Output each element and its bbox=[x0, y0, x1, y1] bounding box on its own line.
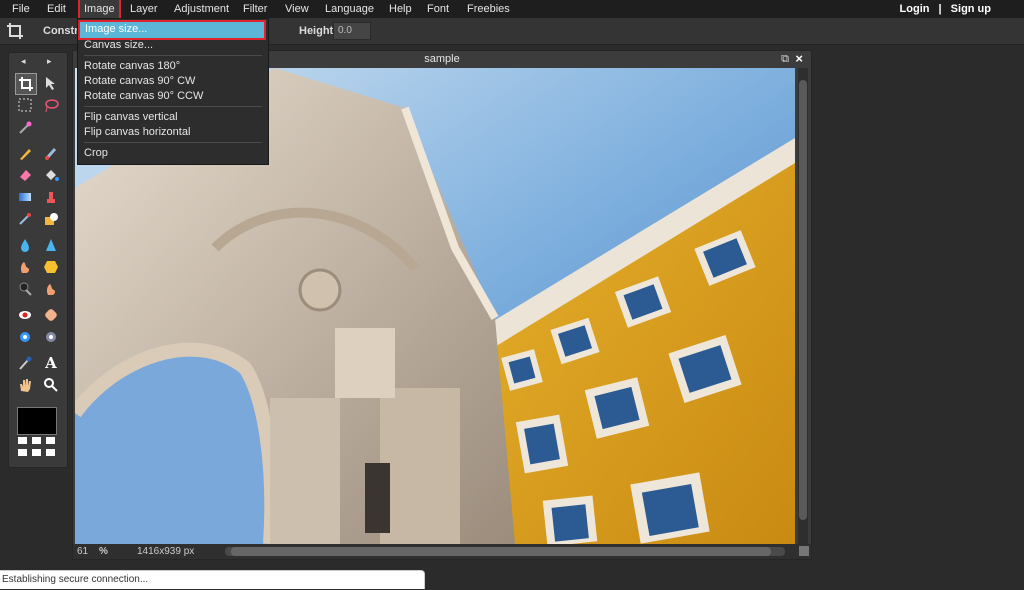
spot-heal-icon[interactable] bbox=[41, 305, 61, 325]
menu-language[interactable]: Language bbox=[325, 0, 374, 18]
gradient-icon[interactable] bbox=[15, 187, 35, 207]
clone-stamp-icon[interactable] bbox=[41, 187, 61, 207]
horizontal-scroll-thumb[interactable] bbox=[231, 547, 771, 556]
menu-separator bbox=[84, 142, 262, 143]
menu-separator bbox=[84, 106, 262, 107]
shape-icon[interactable] bbox=[41, 209, 61, 229]
menu-layer[interactable]: Layer bbox=[130, 0, 158, 18]
marquee-icon[interactable] bbox=[15, 95, 35, 115]
sponge-icon[interactable] bbox=[41, 257, 61, 277]
menu-view[interactable]: View bbox=[285, 0, 309, 18]
bloat-icon[interactable] bbox=[15, 327, 35, 347]
menu-font[interactable]: Font bbox=[427, 0, 449, 18]
height-label: Height: bbox=[299, 25, 337, 37]
lasso-icon[interactable] bbox=[41, 95, 61, 115]
image-menu-dropdown: Image size... Canvas size... Rotate canv… bbox=[77, 18, 269, 165]
crop-icon bbox=[7, 23, 23, 39]
move-icon[interactable] bbox=[41, 73, 61, 93]
menu-image[interactable]: Image bbox=[78, 0, 121, 20]
browser-status-text: Establishing secure connection... bbox=[0, 570, 425, 589]
brush-icon[interactable] bbox=[41, 143, 61, 163]
toolbox-next-arrow[interactable]: ▸ bbox=[47, 56, 52, 67]
sharpen-icon[interactable] bbox=[41, 235, 61, 255]
menu-filter[interactable]: Filter bbox=[243, 0, 267, 18]
menu-edit[interactable]: Edit bbox=[47, 0, 66, 18]
magic-wand-icon[interactable] bbox=[15, 117, 35, 137]
color-replace-icon[interactable] bbox=[15, 209, 35, 229]
resize-grip-icon[interactable] bbox=[799, 546, 809, 556]
menu-bar: File Edit Image Layer Adjustment Filter … bbox=[0, 0, 1024, 20]
eraser-icon[interactable] bbox=[15, 165, 35, 185]
paint-bucket-icon[interactable] bbox=[41, 165, 61, 185]
zoom-unit: % bbox=[99, 546, 108, 557]
toolbox-prev-arrow[interactable]: ◂ bbox=[21, 56, 26, 67]
pencil-icon[interactable] bbox=[15, 143, 35, 163]
horizontal-scrollbar[interactable] bbox=[225, 547, 785, 556]
vertical-scroll-thumb[interactable] bbox=[799, 80, 807, 520]
close-icon[interactable]: × bbox=[795, 51, 803, 66]
menu-item-image-size[interactable]: Image size... bbox=[78, 20, 266, 40]
menu-freebies[interactable]: Freebies bbox=[467, 0, 510, 18]
login-link[interactable]: Login bbox=[900, 3, 930, 15]
menu-item-flip-vertical[interactable]: Flip canvas vertical bbox=[84, 110, 178, 124]
menu-adjustment[interactable]: Adjustment bbox=[174, 0, 229, 18]
menu-item-crop[interactable]: Crop bbox=[84, 146, 108, 160]
menu-item-rotate-ccw[interactable]: Rotate canvas 90° CCW bbox=[84, 89, 203, 103]
type-tool-glyph: A bbox=[45, 354, 57, 372]
document-status-bar: 61 % 1416x939 px bbox=[73, 544, 811, 559]
grid-icon[interactable] bbox=[18, 437, 56, 459]
vertical-scrollbar[interactable] bbox=[798, 68, 808, 544]
menu-item-rotate-cw[interactable]: Rotate canvas 90° CW bbox=[84, 74, 195, 88]
foreground-color-swatch[interactable] bbox=[17, 407, 57, 435]
menu-item-rotate-180[interactable]: Rotate canvas 180° bbox=[84, 59, 180, 73]
signup-link[interactable]: Sign up bbox=[951, 3, 991, 15]
zoom-level[interactable]: 61 bbox=[77, 544, 88, 559]
menu-item-flip-horizontal[interactable]: Flip canvas horizontal bbox=[84, 125, 190, 139]
hand-icon[interactable] bbox=[15, 375, 35, 395]
menu-item-canvas-size[interactable]: Canvas size... bbox=[84, 38, 153, 52]
auth-links: Login | Sign up bbox=[897, 0, 994, 18]
drop-icon[interactable] bbox=[15, 235, 35, 255]
smudge-icon[interactable] bbox=[15, 257, 35, 277]
burn-icon[interactable] bbox=[15, 279, 35, 299]
type-icon[interactable]: A bbox=[41, 353, 61, 373]
color-picker-icon[interactable] bbox=[15, 353, 35, 373]
menu-file[interactable]: File bbox=[12, 0, 30, 18]
dodge-icon[interactable] bbox=[41, 279, 61, 299]
toolbox: ◂ ▸ A bbox=[8, 52, 68, 468]
red-eye-icon[interactable] bbox=[15, 305, 35, 325]
menu-separator bbox=[84, 55, 262, 56]
menu-help[interactable]: Help bbox=[389, 0, 412, 18]
crop-tool-icon[interactable] bbox=[15, 73, 37, 95]
height-input[interactable]: 0.0 bbox=[333, 22, 371, 40]
pinch-icon[interactable] bbox=[41, 327, 61, 347]
restore-icon[interactable]: ⧉ bbox=[781, 53, 789, 66]
image-dimensions: 1416x939 px bbox=[137, 546, 195, 557]
zoom-icon[interactable] bbox=[41, 375, 61, 395]
auth-separator: | bbox=[938, 3, 942, 15]
menu-item-image-size-label: Image size... bbox=[85, 23, 148, 35]
